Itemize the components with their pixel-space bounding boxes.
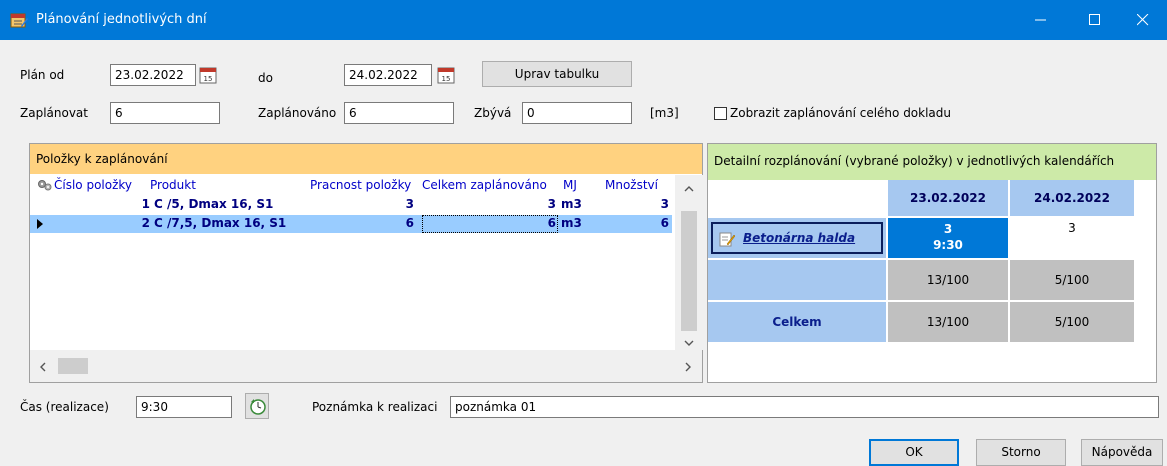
vertical-scroll-thumb[interactable]: [681, 211, 697, 331]
remaining-field[interactable]: 0: [522, 102, 632, 124]
row-number: 2: [141, 216, 150, 230]
planned-cell-time: 9:30: [933, 238, 963, 252]
plan-from-field[interactable]: 23.02.2022: [110, 64, 196, 86]
cancel-button[interactable]: Storno: [976, 439, 1066, 466]
show-whole-doc-checkbox[interactable]: [714, 107, 727, 120]
to-plan-label: Zaplánovat: [20, 106, 88, 120]
vertical-scrollbar[interactable]: [675, 175, 703, 350]
row-product: C /7,5, Dmax 16, S1: [154, 216, 287, 230]
col-effort[interactable]: Pracnost položky: [310, 178, 411, 192]
date-header-1: 23.02.2022: [888, 180, 1008, 216]
row-total-planned: 6: [547, 216, 556, 230]
maximize-button[interactable]: [1072, 0, 1118, 40]
calendar-name-box[interactable]: Betonárna halda: [711, 222, 883, 254]
to-label: do: [258, 71, 273, 85]
edit-note-icon[interactable]: [719, 231, 735, 247]
planned-cell[interactable]: 3: [1010, 218, 1134, 258]
minimize-button[interactable]: [1018, 0, 1064, 40]
maximize-icon: [1089, 14, 1100, 25]
col-total-planned[interactable]: Celkem zaplánováno: [422, 178, 547, 192]
total-cell-1: 13/100: [888, 302, 1008, 342]
row-effort: 6: [405, 216, 414, 230]
remaining-label: Zbývá: [474, 106, 512, 120]
date-header-2: 24.02.2022: [1010, 180, 1134, 216]
planned-cell-value: 3: [943, 222, 953, 236]
ok-button[interactable]: OK: [869, 439, 959, 466]
calendar-picker-icon[interactable]: 15: [198, 64, 218, 86]
close-button[interactable]: [1120, 0, 1166, 40]
row-pointer-icon: [37, 219, 43, 229]
capacity-cell-2: 5/100: [1010, 260, 1134, 300]
plan-from-label: Plán od: [20, 68, 65, 82]
row-number: 1: [141, 197, 150, 211]
detail-panel-title: Detailní rozplánování (vybrané položky) …: [708, 144, 1156, 180]
planned-cell-value: 3: [1068, 221, 1076, 235]
row-quantity: 3: [660, 197, 669, 211]
note-label: Poznámka k realizaci: [312, 400, 438, 414]
window-title: Plánování jednotlivých dní: [36, 12, 207, 27]
planned-label: Zaplánováno: [258, 106, 337, 120]
col-unit[interactable]: MJ: [563, 178, 577, 192]
capacity-row-header: [708, 260, 886, 300]
items-panel-title: Položky k zaplánování: [30, 144, 702, 174]
detail-panel: Detailní rozplánování (vybrané položky) …: [707, 143, 1157, 383]
row-unit: m3: [561, 216, 582, 230]
planned-field[interactable]: 6: [344, 102, 454, 124]
calendar-row-header: Betonárna halda: [708, 218, 886, 258]
unit-label: [m3]: [650, 106, 679, 120]
row-product: C /5, Dmax 16, S1: [154, 197, 274, 211]
col-quantity[interactable]: Množství: [605, 178, 658, 192]
row-quantity: 6: [660, 216, 669, 230]
items-panel: Položky k zaplánování Číslo položky Prod…: [29, 143, 703, 383]
edit-table-button[interactable]: Uprav tabulku: [482, 61, 632, 87]
gears-icon[interactable]: [37, 178, 53, 192]
time-label: Čas (realizace): [20, 400, 109, 414]
col-product[interactable]: Produkt: [150, 178, 196, 192]
row-total-planned: 3: [547, 197, 556, 211]
col-number[interactable]: Číslo položky: [54, 178, 132, 192]
time-field[interactable]: 9:30: [136, 396, 232, 418]
minimize-icon: [1035, 19, 1046, 21]
table-row[interactable]: 1 C /5, Dmax 16, S1 3 3 m3 3: [30, 196, 672, 214]
show-whole-doc-label: Zobrazit zaplánování celého dokladu: [730, 106, 952, 120]
row-effort: 3: [405, 197, 414, 211]
close-icon: [1137, 14, 1149, 26]
items-grid-header: Číslo položky Produkt Pracnost položky C…: [30, 175, 672, 195]
time-picker-button[interactable]: [245, 393, 269, 419]
scroll-left-icon[interactable]: [39, 362, 47, 372]
svg-text:15: 15: [442, 75, 451, 83]
note-field[interactable]: poznámka 01: [450, 396, 1159, 418]
horizontal-scroll-thumb[interactable]: [58, 358, 88, 374]
title-bar: Plánování jednotlivých dní: [0, 0, 1167, 40]
calendar-name-link[interactable]: Betonárna halda: [743, 231, 855, 245]
table-row-selected[interactable]: 2 C /7,5, Dmax 16, S1 6 6 m3 6: [30, 215, 672, 233]
to-plan-field[interactable]: 6: [110, 102, 220, 124]
capacity-cell-1: 13/100: [888, 260, 1008, 300]
total-cell-2: 5/100: [1010, 302, 1134, 342]
scroll-down-icon[interactable]: [684, 339, 694, 347]
planned-cell-selected[interactable]: 3 9:30: [888, 218, 1008, 258]
svg-text:15: 15: [204, 75, 213, 83]
calendar-picker-icon[interactable]: 15: [436, 64, 456, 86]
row-unit: m3: [561, 197, 582, 211]
calendar-grid: 23.02.2022 24.02.2022 Betonárna halda 3 …: [708, 180, 1136, 380]
help-button[interactable]: Nápověda: [1081, 439, 1163, 466]
scroll-up-icon[interactable]: [684, 185, 694, 193]
scroll-right-icon[interactable]: [684, 362, 692, 372]
calendar-edit-icon: [10, 13, 28, 28]
total-label: Celkem: [708, 302, 886, 342]
horizontal-scrollbar[interactable]: [30, 350, 702, 382]
clock-icon: [250, 399, 266, 415]
to-field[interactable]: 24.02.2022: [344, 64, 432, 86]
